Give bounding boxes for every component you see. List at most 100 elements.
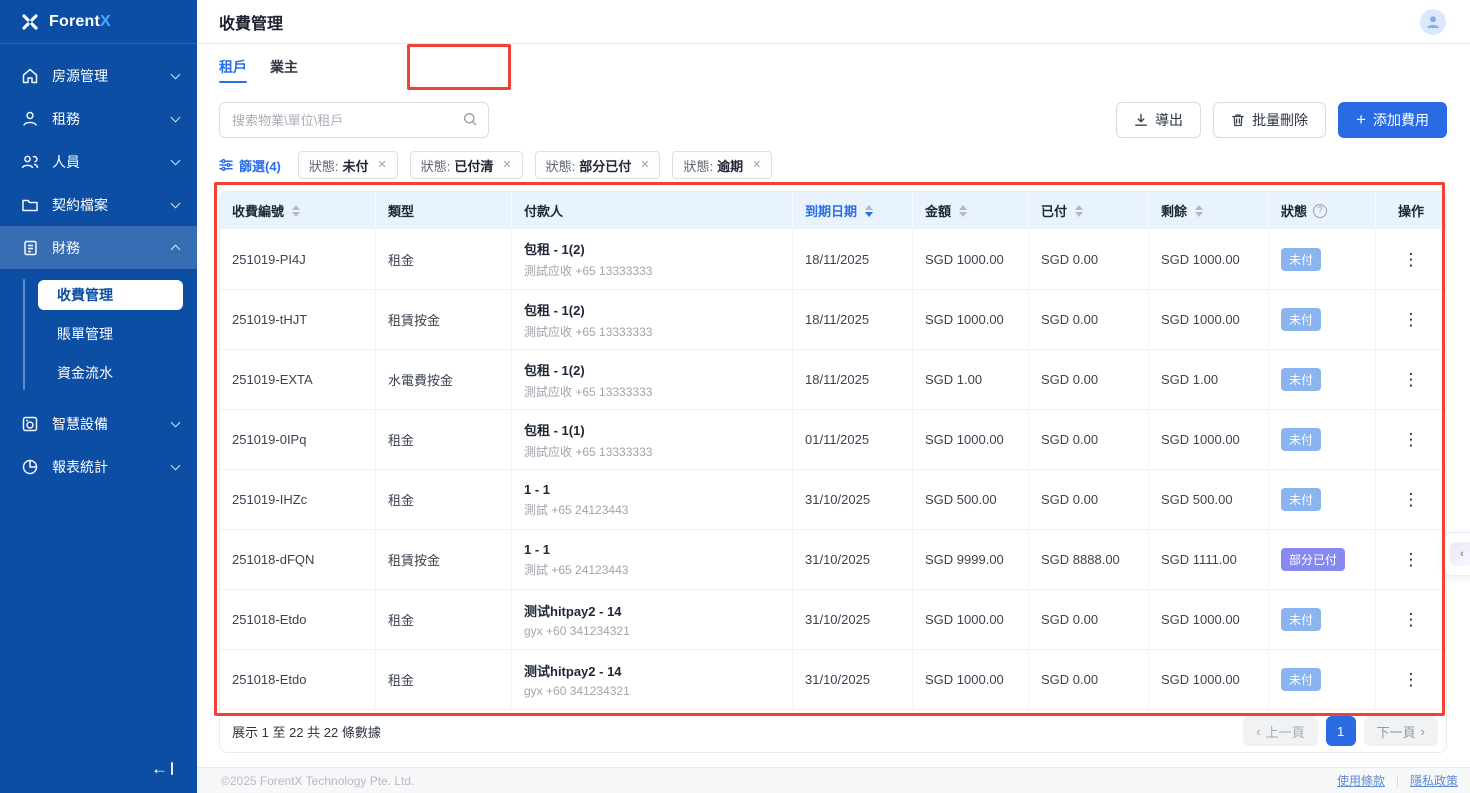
payer-name: 1 - 1	[524, 542, 550, 557]
payer-name: 包租 - 1(2)	[524, 300, 585, 319]
logo-x-icon	[20, 12, 40, 32]
payer-name: 1 - 1	[524, 482, 550, 497]
brand-logo[interactable]: ForentX	[0, 0, 197, 44]
table-row[interactable]: 251019-0IPq 租金 包租 - 1(1) 測試应收 +65 133333…	[220, 409, 1446, 469]
cell-type: 租金	[376, 650, 512, 709]
row-actions-kebab-icon[interactable]: ⋮	[1397, 369, 1426, 390]
col-type: 類型	[376, 192, 512, 229]
row-actions-kebab-icon[interactable]: ⋮	[1397, 669, 1426, 690]
row-actions-kebab-icon[interactable]: ⋮	[1397, 309, 1426, 330]
col-due-date: 到期日期	[793, 192, 913, 229]
status-badge: 未付	[1281, 668, 1321, 691]
sidebar-subitem-cash-flow[interactable]: 資金流水	[0, 353, 197, 392]
toolbar: 導出 批量刪除 + 添加費用	[219, 102, 1447, 138]
privacy-link[interactable]: 隱私政策	[1410, 772, 1458, 789]
help-icon[interactable]: ?	[1313, 204, 1327, 218]
payer-contact: 測試 +65 24123443	[524, 561, 628, 578]
filter-toggle-label: 篩選(4)	[239, 156, 281, 175]
chip-prefix: 狀態:	[309, 156, 339, 175]
sort-icon[interactable]	[292, 205, 300, 217]
fees-table: 收費編號 類型 付款人 到期日期 金額 已付 剩餘 狀態? 操作 251019-…	[219, 191, 1447, 753]
row-actions-kebab-icon[interactable]: ⋮	[1397, 249, 1426, 270]
add-fee-button[interactable]: + 添加費用	[1338, 102, 1447, 138]
app-root: ForentX 房源管理 租務 人員 契約檔案	[0, 0, 1470, 793]
page-number-button[interactable]: 1	[1326, 716, 1356, 746]
chip-close-icon[interactable]: ✕	[640, 160, 649, 171]
status-badge: 部分已付	[1281, 548, 1345, 571]
floating-widget-tab[interactable]: ‹	[1444, 532, 1470, 576]
cell-due-date: 31/10/2025	[793, 530, 913, 589]
filter-toggle[interactable]: 篩選(4)	[219, 156, 281, 175]
cell-status: 部分已付	[1269, 530, 1376, 589]
terms-link[interactable]: 使用條款	[1337, 772, 1385, 789]
copyright-text: ©2025 ForentX Technology Pte. Ltd.	[221, 774, 414, 788]
sidebar-item-contracts[interactable]: 契約檔案	[0, 183, 197, 226]
sidebar-item-reports[interactable]: 報表統計	[0, 445, 197, 488]
chevron-down-icon	[171, 460, 181, 470]
sidebar-item-properties[interactable]: 房源管理	[0, 54, 197, 97]
row-actions-kebab-icon[interactable]: ⋮	[1397, 429, 1426, 450]
sort-icon[interactable]	[959, 205, 967, 217]
cell-remaining: SGD 1.00	[1149, 350, 1269, 409]
people-icon	[21, 153, 39, 171]
sort-icon[interactable]	[1075, 205, 1083, 217]
sidebar-item-label: 智慧設備	[52, 414, 172, 434]
cell-fee-id: 251019-PI4J	[220, 229, 376, 289]
cell-amount: SGD 1000.00	[913, 410, 1029, 469]
cell-actions: ⋮	[1376, 470, 1446, 529]
filter-chip: 狀態: 部分已付 ✕	[535, 151, 661, 179]
payer-name: 测试hitpay2 - 14	[524, 661, 622, 680]
table-row[interactable]: 251018-Etdo 租金 测试hitpay2 - 14 gyx +60 34…	[220, 589, 1446, 649]
cell-paid: SGD 0.00	[1029, 350, 1149, 409]
sidebar-subitem-bill-management[interactable]: 賬單管理	[0, 314, 197, 353]
sidebar-subitem-fee-management[interactable]: 收費管理	[38, 280, 183, 310]
sidebar-collapse-button[interactable]: ←	[151, 760, 173, 777]
table-row[interactable]: 251018-Etdo 租金 测试hitpay2 - 14 gyx +60 34…	[220, 649, 1446, 709]
tab-tenant[interactable]: 租戶	[219, 44, 247, 90]
prev-page-button[interactable]: ‹上一頁	[1243, 716, 1317, 746]
table-row[interactable]: 251019-tHJT 租賃按金 包租 - 1(2) 測試应收 +65 1333…	[220, 289, 1446, 349]
cell-remaining: SGD 1000.00	[1149, 410, 1269, 469]
cell-fee-id: 251019-EXTA	[220, 350, 376, 409]
table-row[interactable]: 251018-dFQN 租賃按金 1 - 1 測試 +65 24123443 3…	[220, 529, 1446, 589]
sidebar-item-personnel[interactable]: 人員	[0, 140, 197, 183]
next-page-button[interactable]: 下一頁›	[1364, 716, 1438, 746]
user-avatar[interactable]	[1420, 9, 1446, 35]
cell-actions: ⋮	[1376, 650, 1446, 709]
col-actions: 操作	[1376, 192, 1446, 229]
sidebar-item-finance[interactable]: 財務	[0, 226, 197, 269]
cell-paid: SGD 0.00	[1029, 290, 1149, 349]
row-actions-kebab-icon[interactable]: ⋮	[1397, 549, 1426, 570]
sidebar: ForentX 房源管理 租務 人員 契約檔案	[0, 0, 197, 793]
chip-close-icon[interactable]: ✕	[502, 160, 511, 171]
payer-contact: 測試 +65 24123443	[524, 501, 628, 518]
search-icon[interactable]	[463, 112, 478, 127]
chip-value: 部分已付	[579, 156, 631, 175]
table-row[interactable]: 251019-EXTA 水電費按金 包租 - 1(2) 測試应收 +65 133…	[220, 349, 1446, 409]
pagination-summary: 展示 1 至 22 共 22 條數據	[232, 722, 381, 741]
brand-name: ForentX	[49, 13, 111, 31]
sidebar-item-tenancy[interactable]: 租務	[0, 97, 197, 140]
table-row[interactable]: 251019-PI4J 租金 包租 - 1(2) 測試应收 +65 133333…	[220, 229, 1446, 289]
cell-status: 未付	[1269, 590, 1376, 649]
search-input[interactable]	[219, 102, 489, 138]
chip-close-icon[interactable]: ✕	[752, 160, 761, 171]
finance-submenu: 收費管理 賬單管理 資金流水	[0, 269, 197, 402]
cell-status: 未付	[1269, 229, 1376, 289]
cell-remaining: SGD 500.00	[1149, 470, 1269, 529]
sort-icon[interactable]	[1195, 205, 1203, 217]
payer-name: 测试hitpay2 - 14	[524, 601, 622, 620]
col-fee-id: 收費編號	[220, 192, 376, 229]
sort-icon-active[interactable]	[865, 205, 873, 217]
sidebar-item-smart-devices[interactable]: 智慧設備	[0, 402, 197, 445]
bulk-delete-button[interactable]: 批量刪除	[1213, 102, 1326, 138]
sidebar-nav: 房源管理 租務 人員 契約檔案 財務	[0, 44, 197, 793]
export-button[interactable]: 導出	[1116, 102, 1201, 138]
chevron-down-icon	[171, 198, 181, 208]
cell-payer: 包租 - 1(1) 測試应收 +65 13333333	[512, 410, 793, 469]
row-actions-kebab-icon[interactable]: ⋮	[1397, 609, 1426, 630]
row-actions-kebab-icon[interactable]: ⋮	[1397, 489, 1426, 510]
chip-close-icon[interactable]: ✕	[378, 160, 387, 171]
tab-owner[interactable]: 業主	[270, 44, 298, 90]
table-row[interactable]: 251019-IHZc 租金 1 - 1 測試 +65 24123443 31/…	[220, 469, 1446, 529]
